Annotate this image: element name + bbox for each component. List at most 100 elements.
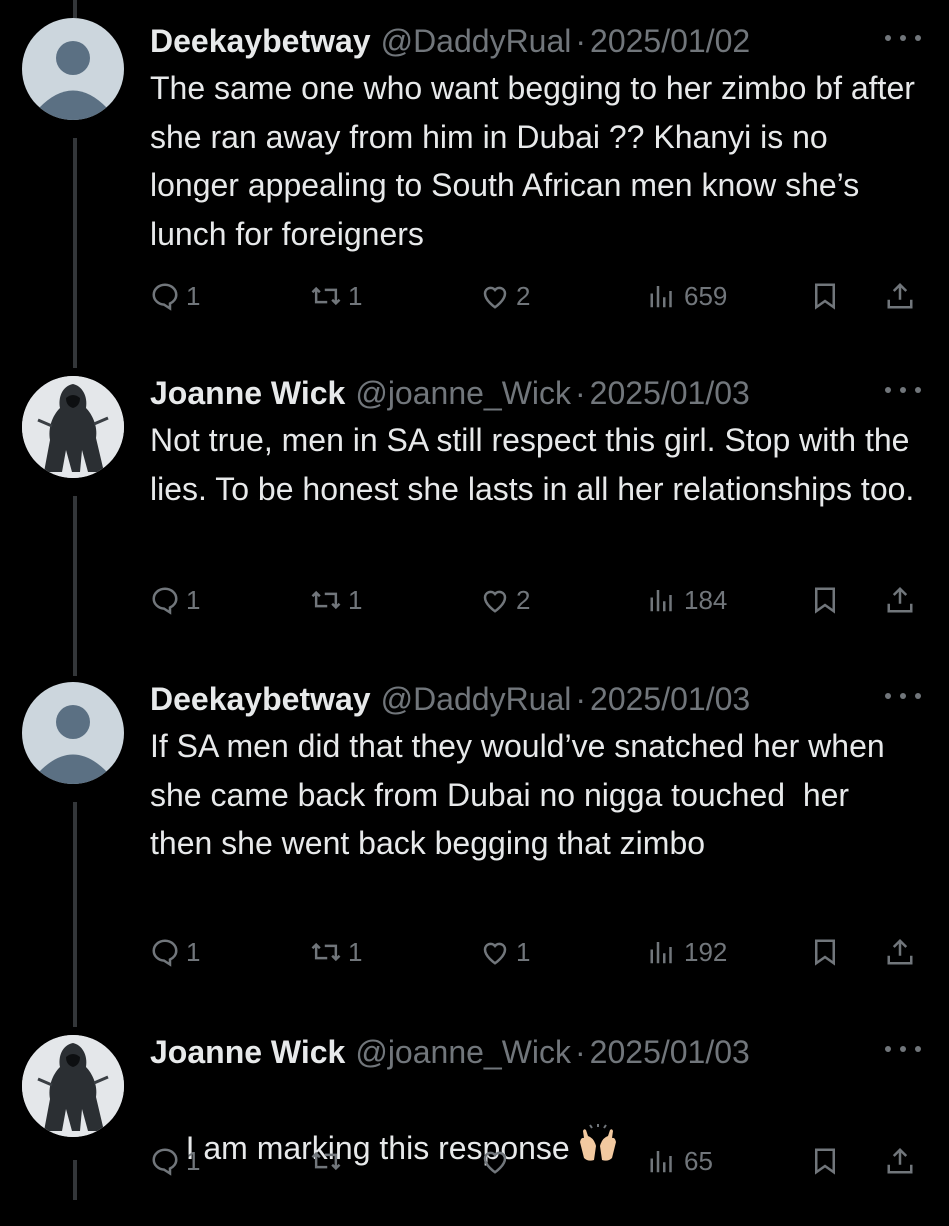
share-icon <box>887 1147 913 1174</box>
tweet-text: Not true, men in SA still respect this g… <box>150 422 919 507</box>
tweet-actions: 1 65 <box>150 1139 930 1183</box>
reply-button[interactable]: 1 <box>150 274 200 318</box>
reply-icon <box>152 1148 178 1176</box>
like-button[interactable]: 2 <box>480 578 530 622</box>
like-count: 2 <box>516 584 531 615</box>
reply-icon <box>152 283 178 311</box>
bookmark-button[interactable] <box>810 930 840 974</box>
views-button[interactable]: 659 <box>648 274 727 318</box>
retweet-button[interactable]: 1 <box>310 578 362 622</box>
hooded-figure-avatar[interactable] <box>22 376 124 478</box>
tweet-actions: 1 1 2 184 <box>150 578 930 622</box>
retweet-icon <box>311 590 341 610</box>
separator-dot: · <box>575 1034 586 1070</box>
views-count: 184 <box>684 584 728 615</box>
bookmark-icon <box>815 939 835 966</box>
share-button[interactable] <box>885 274 915 318</box>
retweet-count: 1 <box>348 280 363 311</box>
tweet-date[interactable]: 2025/01/03 <box>590 370 750 416</box>
author-name[interactable]: Deekaybetway <box>150 18 371 64</box>
retweet-count: 1 <box>348 584 363 615</box>
views-count: 659 <box>684 280 728 311</box>
bookmark-icon <box>815 1148 835 1175</box>
thread-line <box>73 138 77 368</box>
bookmark-button[interactable] <box>810 1139 840 1183</box>
like-button[interactable] <box>480 1139 516 1183</box>
tweet-text: If SA men did that they would’ve snatche… <box>150 728 894 861</box>
bookmark-icon <box>815 587 835 614</box>
reply-icon <box>152 939 178 967</box>
more-icon[interactable] <box>885 690 921 702</box>
tweet-text: The same one who want begging to her zim… <box>150 70 924 252</box>
reply-button[interactable]: 1 <box>150 578 200 622</box>
share-icon <box>887 586 913 613</box>
retweet-icon <box>311 1151 341 1171</box>
reply-button[interactable]: 1 <box>150 930 200 974</box>
author-handle[interactable]: @DaddyRual <box>381 676 572 722</box>
tweet-date[interactable]: 2025/01/03 <box>590 676 750 722</box>
thread-line <box>73 802 77 1027</box>
retweet-button[interactable]: 1 <box>310 274 362 318</box>
retweet-button[interactable] <box>310 1139 348 1183</box>
heart-icon <box>483 590 507 613</box>
share-icon <box>887 938 913 965</box>
reply-count: 1 <box>186 280 201 311</box>
retweet-icon <box>311 942 341 962</box>
share-icon <box>887 282 913 309</box>
thread-line <box>73 0 77 18</box>
bookmark-button[interactable] <box>810 578 840 622</box>
like-button[interactable]: 1 <box>480 930 530 974</box>
share-button[interactable] <box>885 930 915 974</box>
author-name[interactable]: Joanne Wick <box>150 1029 345 1075</box>
tweet-actions: 1 1 1 192 <box>150 930 930 974</box>
tweet-header: Joanne Wick @joanne_Wick · 2025/01/03 <box>150 370 750 416</box>
more-icon[interactable] <box>885 384 921 396</box>
reply-button[interactable]: 1 <box>150 1139 200 1183</box>
like-count: 2 <box>516 280 531 311</box>
heart-icon <box>483 1151 507 1174</box>
share-button[interactable] <box>885 1139 915 1183</box>
share-button[interactable] <box>885 578 915 622</box>
reply-count: 1 <box>186 584 201 615</box>
views-icon <box>650 286 672 308</box>
views-icon <box>650 1151 672 1173</box>
thread-line <box>73 496 77 676</box>
more-icon[interactable] <box>885 1043 921 1055</box>
views-button[interactable]: 184 <box>648 578 727 622</box>
reply-count: 1 <box>186 936 201 967</box>
tweet-date[interactable]: 2025/01/03 <box>590 1029 750 1075</box>
tweet-actions: 1 1 2 659 <box>150 274 930 318</box>
bookmark-button[interactable] <box>810 274 840 318</box>
retweet-count: 1 <box>348 936 363 967</box>
hooded-figure-avatar[interactable] <box>22 1035 124 1137</box>
thread-line <box>73 1160 77 1200</box>
author-handle[interactable]: @joanne_Wick <box>355 1029 571 1075</box>
views-count: 65 <box>684 1145 713 1176</box>
heart-icon <box>483 942 507 965</box>
tweet-header: Deekaybetway @DaddyRual · 2025/01/02 <box>150 18 750 64</box>
reply-icon <box>152 587 178 615</box>
default-avatar[interactable] <box>22 682 124 784</box>
author-name[interactable]: Joanne Wick <box>150 370 345 416</box>
views-icon <box>650 590 672 612</box>
separator-dot: · <box>575 375 586 411</box>
more-icon[interactable] <box>885 32 921 44</box>
tweet-header: Joanne Wick @joanne_Wick · 2025/01/03 <box>150 1029 750 1075</box>
author-handle[interactable]: @joanne_Wick <box>355 370 571 416</box>
views-button[interactable]: 192 <box>648 930 727 974</box>
separator-dot: · <box>575 681 587 717</box>
views-count: 192 <box>684 936 728 967</box>
retweet-icon <box>311 286 341 306</box>
default-avatar[interactable] <box>22 18 124 120</box>
author-name[interactable]: Deekaybetway <box>150 676 371 722</box>
like-count: 1 <box>516 936 531 967</box>
tweet-date[interactable]: 2025/01/02 <box>590 18 750 64</box>
retweet-button[interactable]: 1 <box>310 930 362 974</box>
views-icon <box>650 942 672 964</box>
bookmark-icon <box>815 283 835 310</box>
author-handle[interactable]: @DaddyRual <box>381 18 572 64</box>
views-button[interactable]: 65 <box>648 1139 713 1183</box>
like-button[interactable]: 2 <box>480 274 530 318</box>
reply-count: 1 <box>186 1145 201 1176</box>
heart-icon <box>483 286 507 309</box>
